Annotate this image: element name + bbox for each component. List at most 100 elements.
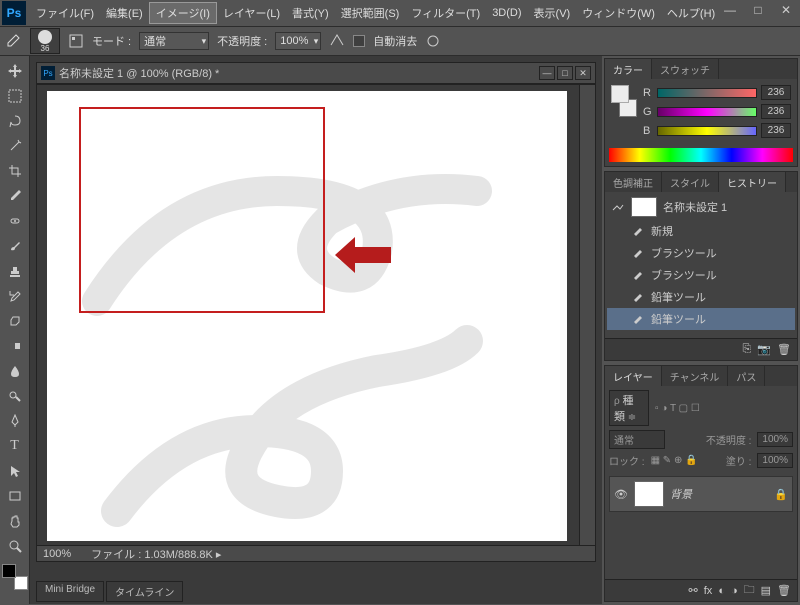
marquee-tool[interactable] xyxy=(4,85,26,107)
move-tool[interactable] xyxy=(4,60,26,82)
history-trash-icon[interactable]: 🗑 xyxy=(777,343,791,356)
layer-blendmode[interactable]: 通常 xyxy=(609,430,665,449)
color-slider-R[interactable] xyxy=(657,88,757,98)
canvas[interactable] xyxy=(47,91,567,541)
color-fgbg-swatch[interactable] xyxy=(611,85,637,117)
history-camera-icon[interactable]: 📷 xyxy=(757,343,771,356)
brush-tool[interactable] xyxy=(4,235,26,257)
titlebar: Ps ファイル(F) 編集(E) イメージ(I) レイヤー(L) 書式(Y) 選… xyxy=(0,0,800,26)
tab-history[interactable]: ヒストリー xyxy=(719,172,786,192)
gradient-tool[interactable] xyxy=(4,335,26,357)
lock-icon: 🔒 xyxy=(774,488,788,501)
ps-doc-icon: Ps xyxy=(41,66,55,80)
menu-image[interactable]: イメージ(I) xyxy=(149,2,217,24)
brush-panel-toggle-icon[interactable] xyxy=(68,33,84,49)
minimize-button[interactable]: — xyxy=(716,0,744,20)
history-newdoc-icon[interactable]: ⎘ xyxy=(743,343,752,356)
history-brush-tool[interactable] xyxy=(4,285,26,307)
color-spectrum[interactable] xyxy=(609,148,793,162)
eyedropper-tool[interactable] xyxy=(4,185,26,207)
lasso-tool[interactable] xyxy=(4,110,26,132)
layer-filter-icons[interactable]: ▫ ◑ T ▢ ☐ xyxy=(655,403,700,414)
tab-channels[interactable]: チャンネル xyxy=(662,366,729,386)
doc-close[interactable]: ✕ xyxy=(575,66,591,80)
doc-maximize[interactable]: □ xyxy=(557,66,573,80)
menu-edit[interactable]: 編集(E) xyxy=(100,3,149,23)
zoom-display[interactable]: 100% xyxy=(43,548,71,560)
healing-tool[interactable] xyxy=(4,210,26,232)
pressure-size-icon[interactable] xyxy=(425,33,441,49)
menu-type[interactable]: 書式(Y) xyxy=(286,3,335,23)
color-slider-B[interactable] xyxy=(657,126,757,136)
visibility-icon[interactable]: 👁 xyxy=(614,488,628,501)
color-value-B[interactable]: 236 xyxy=(761,123,791,138)
document-titlebar[interactable]: Ps 名称未設定 1 @ 100% (RGB/8) * — □ ✕ xyxy=(36,62,596,84)
history-snapshot[interactable]: 名称未設定 1 xyxy=(607,194,795,220)
tab-color[interactable]: カラー xyxy=(605,59,652,79)
pen-tool[interactable] xyxy=(4,410,26,432)
tab-timeline[interactable]: タイムライン xyxy=(106,581,183,602)
shape-tool[interactable] xyxy=(4,485,26,507)
blend-mode-dropdown[interactable]: 通常 xyxy=(139,32,209,50)
maximize-button[interactable]: □ xyxy=(744,0,772,20)
tab-minibridge[interactable]: Mini Bridge xyxy=(36,581,104,602)
menu-layer[interactable]: レイヤー(L) xyxy=(217,3,286,23)
history-step[interactable]: 鉛筆ツール xyxy=(607,286,795,308)
pressure-opacity-icon[interactable] xyxy=(329,33,345,49)
brush-preset-picker[interactable]: 36 xyxy=(30,28,60,54)
stamp-tool[interactable] xyxy=(4,260,26,282)
menu-file[interactable]: ファイル(F) xyxy=(30,3,100,23)
tab-styles[interactable]: スタイル xyxy=(662,172,719,192)
crop-tool[interactable] xyxy=(4,160,26,182)
zoom-tool[interactable] xyxy=(4,535,26,557)
tab-swatches[interactable]: スウォッチ xyxy=(652,59,719,79)
layer-row-background[interactable]: 👁 背景 🔒 xyxy=(609,476,793,512)
menu-3d[interactable]: 3D(D) xyxy=(486,5,527,21)
new-layer-icon[interactable]: ▤ xyxy=(761,584,771,597)
dodge-tool[interactable] xyxy=(4,385,26,407)
history-step[interactable]: ブラシツール xyxy=(607,264,795,286)
color-picker-fgbg[interactable] xyxy=(2,564,28,590)
fx-icon[interactable]: fx xyxy=(704,585,713,597)
hand-tool[interactable] xyxy=(4,510,26,532)
close-button[interactable]: ✕ xyxy=(772,0,800,20)
lock-buttons[interactable]: ▦ ✎ ⊕ 🔒 xyxy=(651,455,698,466)
status-bar: 100% ファイル : 1.03M/888.8K ▸ xyxy=(37,545,595,561)
autoerase-checkbox[interactable] xyxy=(353,35,365,47)
tab-paths[interactable]: パス xyxy=(728,366,765,386)
color-value-G[interactable]: 236 xyxy=(761,104,791,119)
history-step[interactable]: 鉛筆ツール xyxy=(607,308,795,330)
menu-window[interactable]: ウィンドウ(W) xyxy=(576,3,661,23)
history-step-icon xyxy=(631,224,645,238)
group-icon[interactable]: 🗀 xyxy=(744,581,755,600)
menu-help[interactable]: ヘルプ(H) xyxy=(661,3,721,23)
document-area: Ps 名称未設定 1 @ 100% (RGB/8) * — □ ✕ xyxy=(30,56,602,604)
blur-tool[interactable] xyxy=(4,360,26,382)
layer-filter-kind[interactable]: ρ 種類 ≑ xyxy=(609,390,649,426)
adjustment-icon[interactable]: ◑ xyxy=(731,585,738,597)
eraser-tool[interactable] xyxy=(4,310,26,332)
color-value-R[interactable]: 236 xyxy=(761,85,791,100)
opacity-input[interactable]: 100% xyxy=(275,32,321,50)
history-panel: 色調補正 スタイル ヒストリー 名称未設定 1 新規ブラシツールブラシツール鉛筆… xyxy=(604,171,798,361)
history-step[interactable]: 新規 xyxy=(607,220,795,242)
layer-fill[interactable]: 100% xyxy=(757,453,793,468)
doc-minimize[interactable]: — xyxy=(539,66,555,80)
type-tool[interactable]: T xyxy=(4,435,26,457)
path-select-tool[interactable] xyxy=(4,460,26,482)
layer-name[interactable]: 背景 xyxy=(670,486,692,502)
layer-opacity[interactable]: 100% xyxy=(757,432,793,447)
tab-layers[interactable]: レイヤー xyxy=(605,366,662,386)
wand-tool[interactable] xyxy=(4,135,26,157)
menu-view[interactable]: 表示(V) xyxy=(528,3,577,23)
vertical-scrollbar[interactable] xyxy=(579,85,595,547)
menu-select[interactable]: 選択範囲(S) xyxy=(335,3,406,23)
history-step-icon xyxy=(631,312,645,326)
link-layers-icon[interactable]: ⚯ xyxy=(689,584,698,597)
color-slider-G[interactable] xyxy=(657,107,757,117)
mask-icon[interactable]: ◐ xyxy=(718,585,725,597)
trash-icon[interactable]: 🗑 xyxy=(777,584,791,597)
tab-adjustments[interactable]: 色調補正 xyxy=(605,172,662,192)
menu-filter[interactable]: フィルター(T) xyxy=(405,3,486,23)
history-step[interactable]: ブラシツール xyxy=(607,242,795,264)
